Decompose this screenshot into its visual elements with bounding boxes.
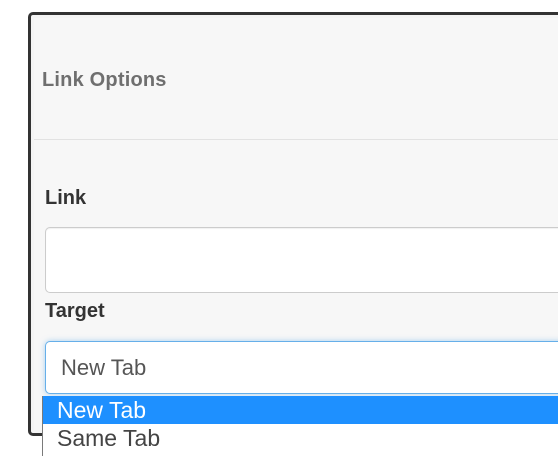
dropdown-option-new-tab[interactable]: New Tab <box>43 396 558 424</box>
target-select-value: New Tab <box>61 355 147 380</box>
target-label: Target <box>45 300 105 322</box>
target-select[interactable]: New Tab <box>45 341 558 394</box>
target-dropdown-list: New Tab Same Tab <box>42 396 558 456</box>
link-input[interactable] <box>45 227 558 293</box>
link-options-dialog: Link Options Link Target New Tab <box>28 12 558 436</box>
dialog-title: Link Options <box>42 69 167 91</box>
dialog-body: Link Options Link Target New Tab <box>34 18 558 430</box>
screenshot-canvas: Link Options Link Target New Tab New Tab… <box>0 0 558 459</box>
dropdown-option-same-tab[interactable]: Same Tab <box>43 424 558 452</box>
link-label: Link <box>45 187 87 209</box>
dialog-header: Link Options <box>34 18 558 140</box>
